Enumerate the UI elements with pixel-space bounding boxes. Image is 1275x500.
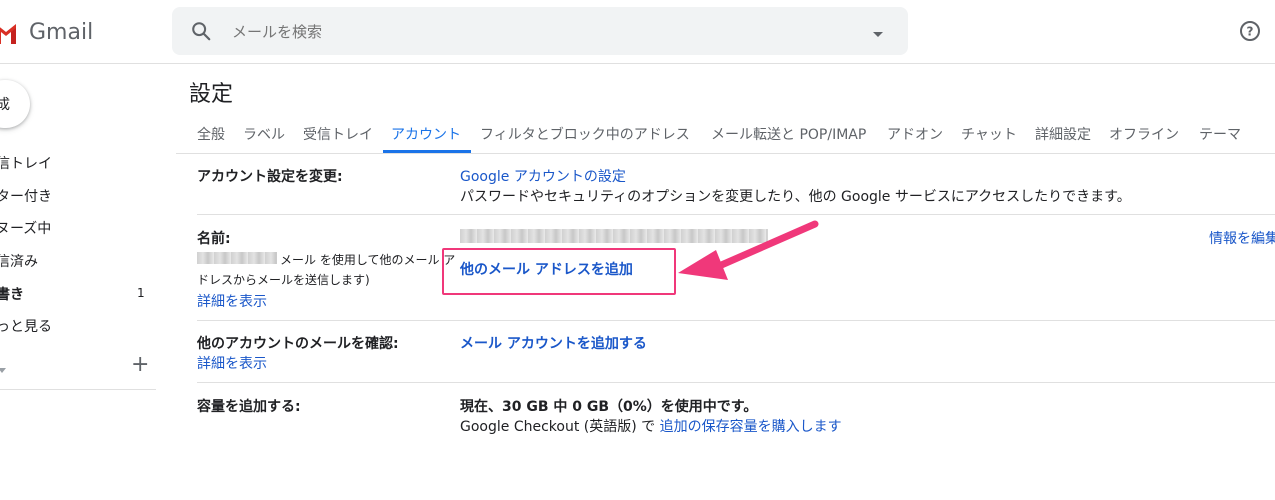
app-name: Gmail <box>29 20 94 45</box>
help-icon[interactable]: ? <box>1239 20 1261 46</box>
header-divider <box>0 63 1275 64</box>
redacted-email <box>197 252 277 264</box>
name-details-link[interactable]: 詳細を表示 <box>197 291 267 311</box>
account-settings-description: パスワードやセキュリティのオプションを変更したり、他の Google サービスに… <box>460 189 1131 205</box>
tab-advanced[interactable]: 詳細設定 <box>1035 124 1091 144</box>
sidebar-divider <box>0 389 156 390</box>
sidebar-item-drafts[interactable]: 書き <box>0 284 24 304</box>
tab-accounts[interactable]: アカウント <box>391 124 461 144</box>
sidebar-chevron-icon[interactable] <box>0 362 6 378</box>
tab-forwarding[interactable]: メール転送と POP/IMAP <box>711 124 866 144</box>
tab-chat[interactable]: チャット <box>961 124 1017 144</box>
search-input[interactable] <box>230 19 834 45</box>
check-mail-label: 他のアカウントのメールを確認: <box>197 336 399 352</box>
tab-themes[interactable]: テーマ <box>1199 124 1241 144</box>
account-settings-label: アカウント設定を変更: <box>197 169 343 185</box>
chevron-down-icon[interactable] <box>872 27 884 43</box>
google-account-settings-link[interactable]: Google アカウントの設定 <box>460 166 626 186</box>
annotation-arrow <box>678 220 819 280</box>
buy-storage-link[interactable]: 追加の保存容量を購入します <box>660 419 842 435</box>
name-description-line2: ドレスからメールを送信します) <box>197 273 370 287</box>
storage-purchase-line: Google Checkout (英語版) で 追加の保存容量を購入します <box>460 416 842 436</box>
sidebar-item-inbox[interactable]: 信トレイ <box>0 153 52 173</box>
compose-button[interactable]: 成 <box>0 80 30 128</box>
add-mail-account-link[interactable]: メール アカウントを追加する <box>460 333 647 353</box>
sidebar-item-sent[interactable]: 信済み <box>0 251 38 271</box>
add-label-button[interactable]: + <box>131 352 149 377</box>
gmail-logo[interactable] <box>0 18 20 46</box>
sidebar-item-snoozed[interactable]: ヌーズ中 <box>0 218 51 238</box>
row-divider <box>197 382 1275 383</box>
gmail-logo-icon <box>0 24 16 44</box>
compose-label: 成 <box>0 97 10 113</box>
name-description-line1: メール を使用して他のメール ア <box>280 253 456 267</box>
tab-labels[interactable]: ラベル <box>243 124 285 144</box>
storage-purchase-prefix: Google Checkout (英語版) で <box>460 419 660 435</box>
sidebar-item-drafts-count: 1 <box>137 286 145 300</box>
tab-filters[interactable]: フィルタとブロック中のアドレス <box>480 124 690 144</box>
edit-info-link[interactable]: 情報を編集 <box>1209 228 1275 248</box>
add-email-address-link[interactable]: 他のメール アドレスを追加 <box>460 259 633 279</box>
svg-text:?: ? <box>1247 25 1254 39</box>
search-icon[interactable] <box>190 20 212 46</box>
search-bar[interactable] <box>172 7 908 55</box>
storage-usage: 現在、30 GB 中 0 GB（0%）を使用中です。 <box>460 399 758 415</box>
tabs-divider <box>176 153 1275 154</box>
tab-inbox[interactable]: 受信トレイ <box>303 124 373 144</box>
tab-addons[interactable]: アドオン <box>887 124 943 144</box>
sidebar-item-starred[interactable]: ター付き <box>0 186 52 206</box>
name-label: 名前: <box>197 231 231 247</box>
sidebar-item-more[interactable]: っと見る <box>0 316 52 336</box>
storage-label: 容量を追加する: <box>197 399 301 415</box>
row-divider <box>197 320 1275 321</box>
page-title: 設定 <box>189 82 234 107</box>
check-mail-details-link[interactable]: 詳細を表示 <box>197 353 267 373</box>
tab-offline[interactable]: オフライン <box>1109 124 1179 144</box>
tab-general[interactable]: 全般 <box>197 124 225 144</box>
